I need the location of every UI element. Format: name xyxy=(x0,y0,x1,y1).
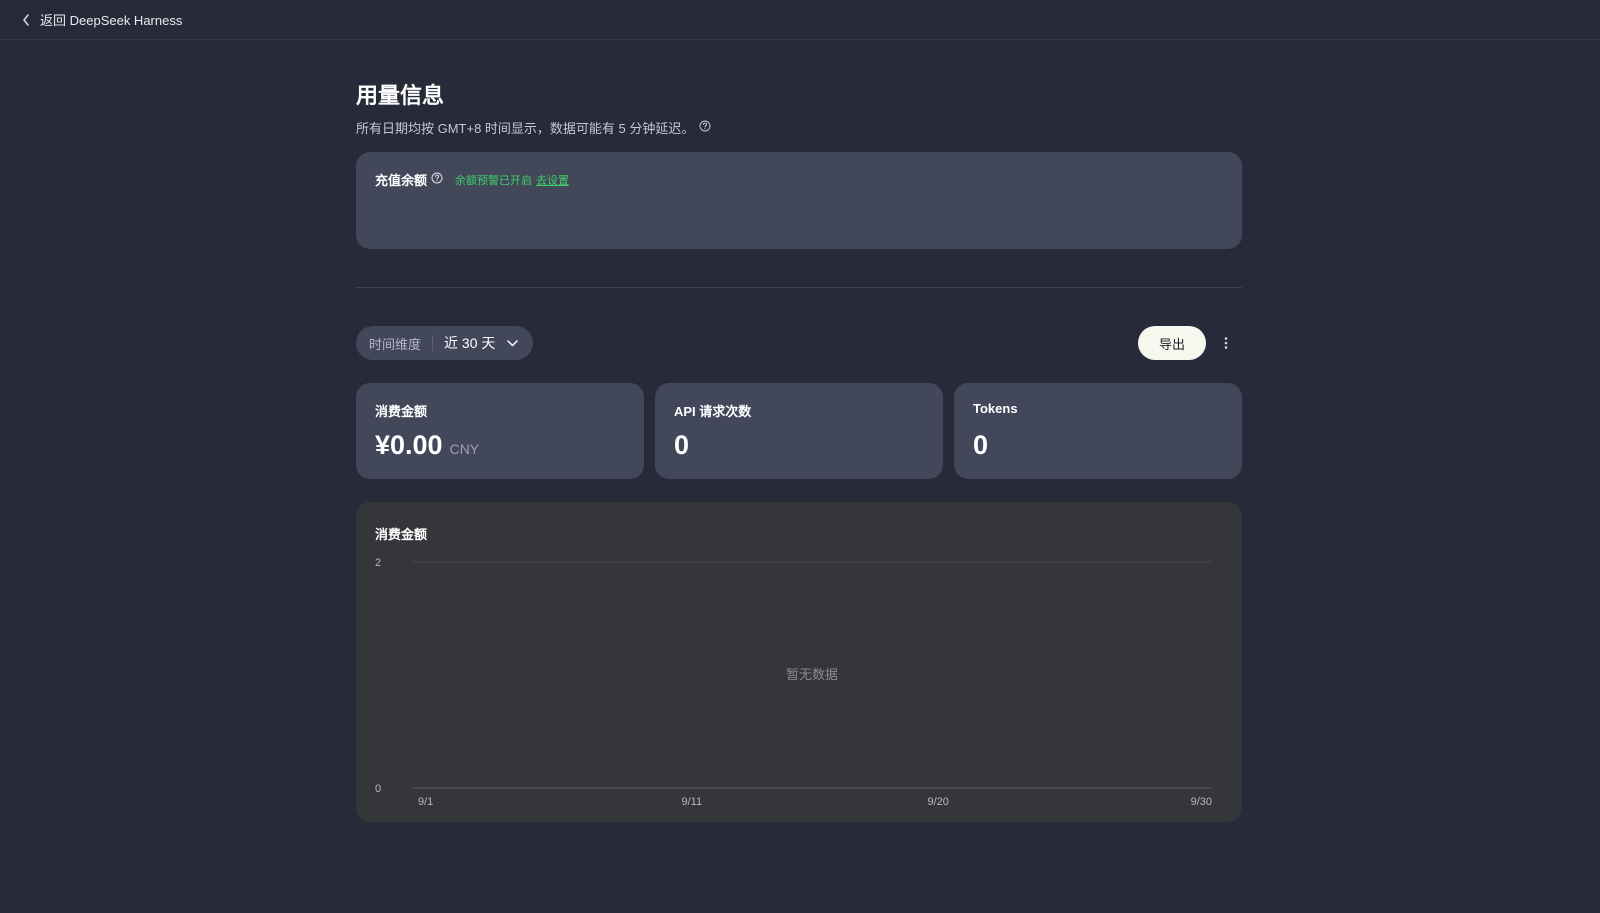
stat-card-tokens: Tokens 0 xyxy=(954,383,1242,479)
top-bar: 返回 DeepSeek Harness xyxy=(0,0,1600,40)
stat-value-number: ¥0.00 xyxy=(375,430,443,460)
balance-header: 充值余额 余额预警已开启 去设置 xyxy=(375,170,569,189)
chart-x-tick-label: 9/11 xyxy=(681,796,702,808)
stat-label: Tokens xyxy=(973,401,1018,416)
page-subtitle-text: 所有日期均按 GMT+8 时间显示，数据可能有 5 分钟延迟。 xyxy=(356,121,695,136)
chevron-left-icon xyxy=(23,13,29,26)
time-range-select[interactable]: 时间维度 近 30 天 xyxy=(356,326,533,360)
back-link[interactable]: 返回 DeepSeek Harness xyxy=(22,10,182,29)
chart-x-tick-label: 9/20 xyxy=(927,796,948,808)
page-subtitle: 所有日期均按 GMT+8 时间显示，数据可能有 5 分钟延迟。 xyxy=(356,118,711,137)
chart-empty-text: 暂无数据 xyxy=(786,667,838,682)
stat-value: 0 xyxy=(973,430,989,460)
time-range-value: 近 30 天 xyxy=(444,335,496,351)
page-title: 用量信息 xyxy=(356,83,445,108)
balance-label: 充值余额 xyxy=(375,173,428,188)
chevron-down-icon xyxy=(507,339,519,346)
spend-chart: 2 0 9/1 9/11 9/20 9/30 暂无数据 xyxy=(375,557,1212,808)
help-circle-icon[interactable] xyxy=(699,120,711,135)
more-vertical-icon xyxy=(1224,337,1228,349)
chart-x-tick-label: 9/30 xyxy=(1191,796,1212,808)
chart-y-tick-label: 2 xyxy=(375,557,381,569)
export-button[interactable]: 导出 xyxy=(1138,326,1206,360)
time-range-label: 时间维度 xyxy=(369,336,422,352)
balance-alert-settings-link[interactable]: 去设置 xyxy=(536,172,569,188)
stat-card-spend: 消费金额 ¥0.00 CNY xyxy=(356,383,644,479)
stat-unit: CNY xyxy=(449,441,480,457)
more-options-button[interactable] xyxy=(1218,330,1234,356)
time-range-separator xyxy=(432,335,434,351)
help-circle-icon[interactable] xyxy=(431,171,443,189)
stat-label: 消费金额 xyxy=(375,404,428,419)
stat-label: API 请求次数 xyxy=(674,404,752,419)
spend-chart-card: 消费金额 2 0 9/1 9/11 9/20 9/30 暂无数据 xyxy=(356,502,1242,822)
chart-x-tick-label: 9/1 xyxy=(418,796,433,808)
stat-value: ¥0.00 CNY xyxy=(375,430,479,461)
back-link-label: 返回 DeepSeek Harness xyxy=(40,13,183,28)
section-divider xyxy=(356,287,1242,288)
balance-alert-status: 余额预警已开启 xyxy=(455,174,533,187)
chart-y-tick-label: 0 xyxy=(375,783,381,795)
balance-card: 充值余额 余额预警已开启 去设置 xyxy=(356,152,1242,249)
stat-value: 0 xyxy=(674,430,690,460)
stat-card-api-requests: API 请求次数 0 xyxy=(655,383,943,479)
